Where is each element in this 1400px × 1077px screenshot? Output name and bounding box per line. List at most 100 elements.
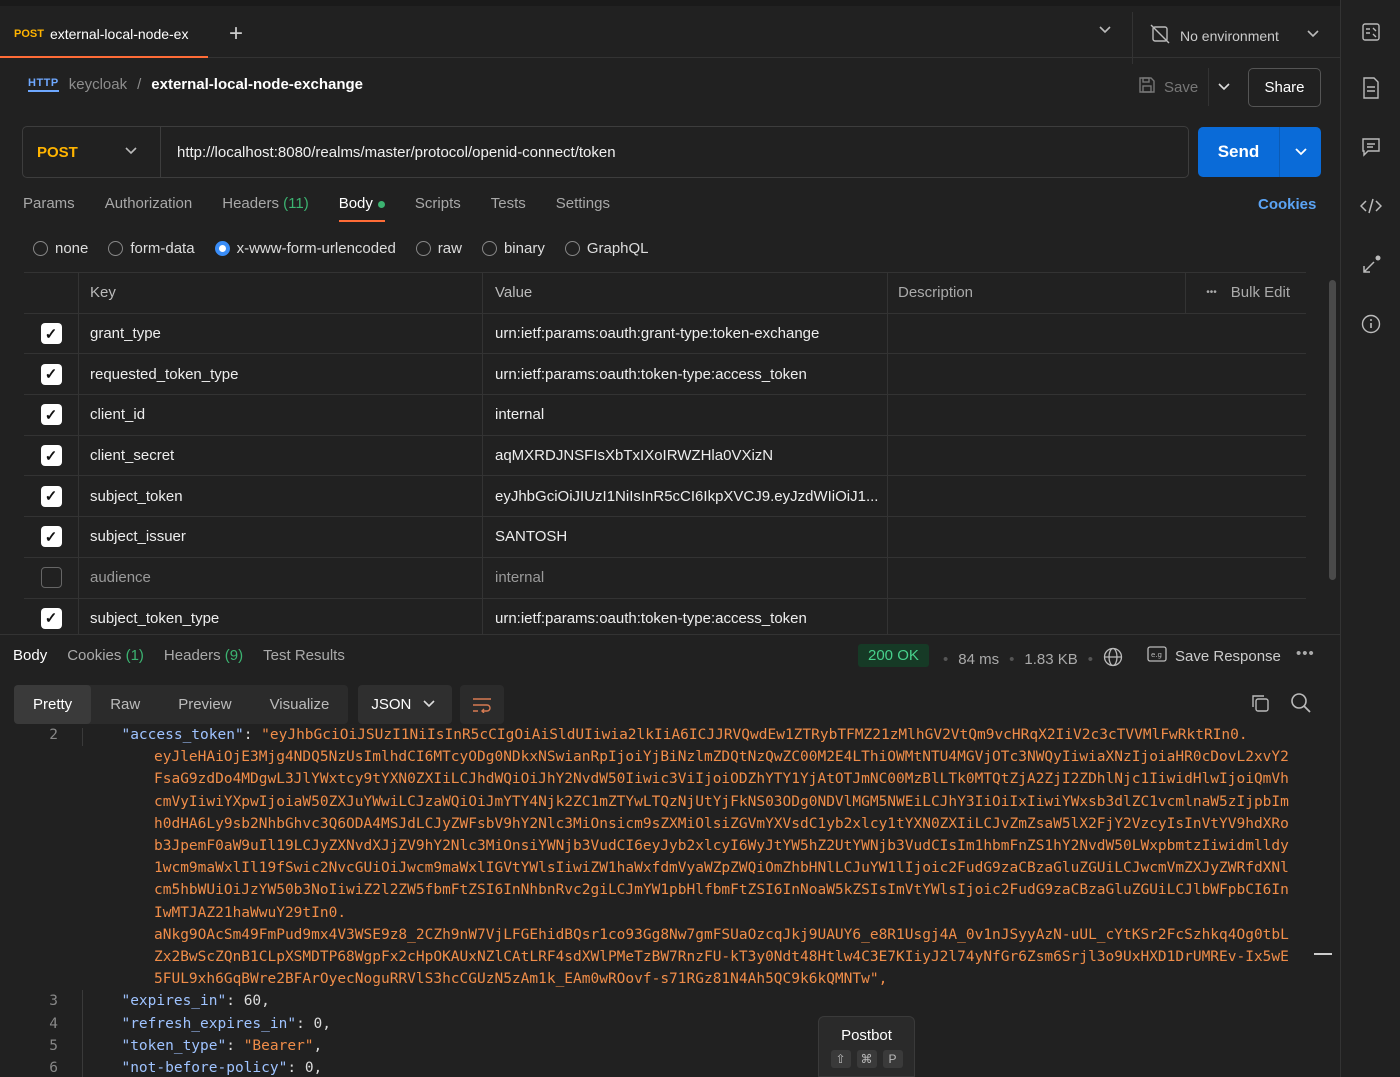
value-cell[interactable]: eyJhbGciOiJIUzI1NiIsInR5cCI6IkpXVCJ9.eyJ… <box>483 476 888 517</box>
save-response-button[interactable]: e.g Save Response <box>1147 646 1281 666</box>
vertical-scrollbar[interactable] <box>1329 280 1336 580</box>
key-cell[interactable]: audience <box>79 557 483 598</box>
description-cell[interactable] <box>888 395 1306 435</box>
row-checkbox[interactable]: ✓ <box>40 323 62 345</box>
key-cell[interactable]: subject_issuer <box>79 517 483 557</box>
info-icon[interactable] <box>1359 312 1383 336</box>
wrap-lines-icon[interactable] <box>460 685 505 724</box>
format-select[interactable]: JSON <box>358 685 453 724</box>
row-checkbox[interactable]: ✓ <box>40 404 62 426</box>
tab-body[interactable]: Body <box>338 195 385 222</box>
response-tab-body[interactable]: Body <box>13 647 47 664</box>
send-dropdown-icon[interactable] <box>1280 127 1321 177</box>
view-preview[interactable]: Preview <box>159 685 250 724</box>
code-icon[interactable] <box>1359 194 1383 218</box>
row-checkbox[interactable]: ✓ <box>40 363 62 385</box>
body-type-form-data[interactable]: form-data <box>108 240 195 257</box>
description-cell[interactable] <box>888 476 1306 516</box>
radio-button[interactable] <box>481 241 497 256</box>
value-cell[interactable]: urn:ietf:params:oauth:token-type:access_… <box>483 598 888 634</box>
key-cell[interactable]: client_id <box>79 395 483 435</box>
url-input[interactable] <box>161 127 1188 177</box>
comments-icon[interactable] <box>1359 135 1383 159</box>
body-type-urlencoded[interactable]: x-www-form-urlencoded <box>214 240 396 257</box>
view-raw[interactable]: Raw <box>91 685 159 724</box>
radio-button-selected[interactable] <box>214 241 230 256</box>
save-dropdown-icon[interactable] <box>1208 68 1238 106</box>
key-cell[interactable]: client_secret <box>79 435 483 476</box>
radio-button[interactable] <box>564 241 580 256</box>
response-time[interactable]: 84 ms <box>958 651 999 668</box>
breadcrumb-collection[interactable]: keycloak <box>69 76 127 93</box>
view-visualize[interactable]: Visualize <box>251 685 349 724</box>
request-tab[interactable]: POST external-local-node-ex <box>0 12 208 58</box>
checkbox-cell: ✓ <box>24 517 79 557</box>
row-checkbox[interactable]: ✓ <box>40 485 62 507</box>
key-cell[interactable]: requested_token_type <box>79 354 483 395</box>
tab-scripts[interactable]: Scripts <box>415 195 461 222</box>
key-cell[interactable]: subject_token_type <box>79 598 483 634</box>
more-options-icon[interactable]: ••• <box>1206 287 1217 298</box>
body-type-none[interactable]: none <box>33 240 88 257</box>
radio-button[interactable] <box>108 241 124 256</box>
description-cell[interactable] <box>888 314 1306 354</box>
search-icon[interactable] <box>1290 692 1312 718</box>
response-tab-headers[interactable]: Headers (9) <box>164 647 243 664</box>
key-cell[interactable]: grant_type <box>79 313 483 354</box>
view-pretty[interactable]: Pretty <box>14 685 92 724</box>
tabs-dropdown-icon[interactable] <box>1098 24 1112 38</box>
copy-icon[interactable] <box>1250 693 1270 717</box>
description-cell[interactable] <box>888 354 1306 394</box>
value-cell[interactable]: urn:ietf:params:oauth:token-type:access_… <box>483 354 888 395</box>
tab-params[interactable]: Params <box>23 195 75 222</box>
value-cell[interactable]: SANTOSH <box>483 517 888 557</box>
key-cell[interactable]: subject_token <box>79 476 483 517</box>
environment-dropdown-icon[interactable] <box>1306 28 1320 42</box>
request-name[interactable]: external-local-node-exchange <box>151 76 363 93</box>
documentation-icon[interactable] <box>1359 76 1383 100</box>
send-button[interactable]: Send <box>1198 127 1280 177</box>
environment-quick-look-icon[interactable] <box>1359 20 1383 44</box>
environment-selector[interactable]: No environment <box>1150 24 1279 47</box>
row-checkbox[interactable]: ✓ <box>40 526 62 548</box>
tab-tests[interactable]: Tests <box>491 195 526 222</box>
description-cell[interactable] <box>888 436 1306 476</box>
related-collections-icon[interactable] <box>1359 253 1383 277</box>
cookies-link[interactable]: Cookies <box>1258 196 1316 213</box>
tab-settings[interactable]: Settings <box>556 195 610 222</box>
value-cell[interactable]: internal <box>483 557 888 598</box>
response-tab-cookies[interactable]: Cookies (1) <box>67 647 144 664</box>
tab-headers[interactable]: Headers (11) <box>222 195 308 222</box>
row-checkbox[interactable]: ✓ <box>40 607 62 629</box>
response-body-viewer[interactable]: 2 "access_token": "eyJhbGciOiJSUzI1NiIsI… <box>0 728 1340 1077</box>
description-cell[interactable] <box>888 599 1306 635</box>
response-size[interactable]: 1.83 KB <box>1024 651 1077 668</box>
row-checkbox[interactable]: ✓ <box>40 445 62 467</box>
value-cell[interactable]: urn:ietf:params:oauth:grant-type:token-e… <box>483 313 888 354</box>
body-type-raw[interactable]: raw <box>415 240 462 257</box>
json-string: "Bearer" <box>243 1037 314 1054</box>
more-options-icon[interactable]: ••• <box>1296 645 1315 662</box>
description-cell[interactable] <box>888 517 1306 557</box>
value-cell[interactable]: aqMXRDJNSFIsXbTxIXoIRWZHla0VXizN <box>483 435 888 476</box>
row-checkbox[interactable] <box>40 567 62 589</box>
globe-icon[interactable] <box>1103 647 1123 671</box>
new-tab-button[interactable]: + <box>229 20 243 48</box>
share-button[interactable]: Share <box>1248 68 1321 107</box>
body-type-graphql[interactable]: GraphQL <box>564 240 649 257</box>
response-tab-test-results[interactable]: Test Results <box>263 647 345 664</box>
method-select[interactable]: POST <box>23 127 161 177</box>
table-header: Key Value Description ••• Bulk Edit <box>24 273 1306 314</box>
bulk-edit-button[interactable]: Bulk Edit <box>1231 284 1290 301</box>
status-badge[interactable]: 200 OK <box>858 644 929 667</box>
postbot-launcher[interactable]: Postbot ⇧ ⌘ P <box>818 1016 915 1077</box>
radio-button[interactable] <box>415 241 431 256</box>
radio-button[interactable] <box>33 241 48 256</box>
body-type-binary[interactable]: binary <box>481 240 545 257</box>
save-button[interactable]: Save <box>1138 76 1198 98</box>
table-row: ✓ subject_token eyJhbGciOiJIUzI1NiIsInR5… <box>24 476 1306 518</box>
shift-key-icon: ⇧ <box>830 1050 851 1068</box>
description-cell[interactable] <box>888 558 1306 598</box>
value-cell[interactable]: internal <box>483 395 888 435</box>
tab-authorization[interactable]: Authorization <box>105 195 193 222</box>
